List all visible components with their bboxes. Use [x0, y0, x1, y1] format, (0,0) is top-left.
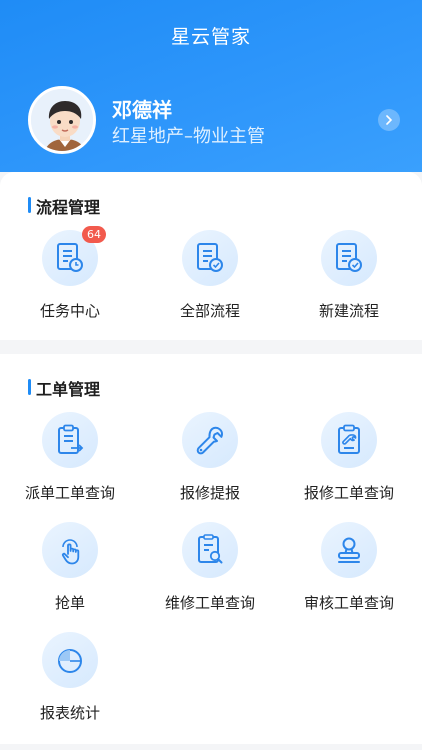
task-center-icon-bg: 64	[42, 226, 106, 286]
report-statistics-item[interactable]: 报表统计	[15, 632, 125, 723]
document-check-icon	[336, 243, 362, 272]
app-title: 星云管家	[170, 26, 251, 48]
all-flows-icon-bg	[182, 230, 238, 286]
grab-order-item[interactable]: 抢单	[15, 522, 125, 613]
repair-report-icon-bg	[182, 412, 238, 468]
maintenance-order-query-label: 维修工单查询	[164, 594, 255, 612]
all-flows-item[interactable]: 全部流程	[155, 230, 265, 321]
user-role: 红星地产–物业主管	[112, 126, 265, 147]
user-name: 邓德祥	[112, 98, 172, 122]
stamp-icon	[338, 537, 360, 563]
profile-detail-button[interactable]	[378, 109, 400, 131]
grab-order-icon-bg	[42, 522, 98, 578]
new-flow-label: 新建流程	[318, 302, 379, 320]
maintenance-order-icon-bg	[182, 522, 238, 578]
all-flows-label: 全部流程	[179, 302, 240, 320]
work-order-management-card: 工单管理 派单工单查询 报修提报 报修工单查询 抢单 维修工单查询 审核工单查询…	[0, 354, 422, 744]
avatar[interactable]	[28, 86, 96, 154]
work-section-title: 工单管理	[28, 376, 100, 400]
header: 星云管家 邓德祥 红星地产–物业主管	[0, 0, 422, 172]
document-check-icon	[197, 243, 223, 272]
repair-report-item[interactable]: 报修提报	[155, 412, 265, 503]
wrench-icon	[196, 426, 223, 455]
document-search-icon	[198, 534, 223, 564]
maintenance-order-query-item[interactable]: 维修工单查询	[155, 522, 265, 613]
repair-report-label: 报修提报	[179, 484, 240, 502]
repair-order-query-label: 报修工单查询	[303, 484, 394, 502]
task-center-label: 任务中心	[39, 302, 100, 320]
report-statistics-icon-bg	[42, 632, 98, 688]
report-statistics-label: 报表统计	[39, 704, 100, 722]
pie-chart-icon	[58, 649, 82, 673]
clipboard-wrench-icon	[338, 424, 360, 454]
audit-order-query-item[interactable]: 审核工单查询	[294, 522, 404, 613]
tap-hand-icon	[61, 539, 80, 565]
new-flow-icon-bg	[321, 230, 377, 286]
new-flow-item[interactable]: 新建流程	[294, 230, 404, 321]
task-center-item[interactable]: 64 任务中心	[15, 226, 125, 321]
dispatch-order-icon-bg	[42, 412, 98, 468]
flow-management-card: 流程管理 64 任务中心 全部流程 新建流程	[0, 172, 422, 340]
audit-order-icon-bg	[321, 522, 377, 578]
flow-section-title: 流程管理	[28, 194, 100, 218]
clipboard-arrow-icon	[58, 424, 84, 454]
dispatch-order-query-item[interactable]: 派单工单查询	[15, 412, 125, 503]
repair-order-icon-bg	[321, 412, 377, 468]
grab-order-label: 抢单	[54, 594, 85, 612]
task-document-clock-icon	[57, 243, 83, 272]
chevron-right-icon	[386, 115, 393, 125]
dispatch-order-query-label: 派单工单查询	[24, 484, 115, 502]
repair-order-query-item[interactable]: 报修工单查询	[294, 412, 404, 503]
audit-order-query-label: 审核工单查询	[303, 594, 394, 612]
task-count-badge: 64	[82, 226, 106, 243]
avatar-illustration	[31, 89, 93, 151]
